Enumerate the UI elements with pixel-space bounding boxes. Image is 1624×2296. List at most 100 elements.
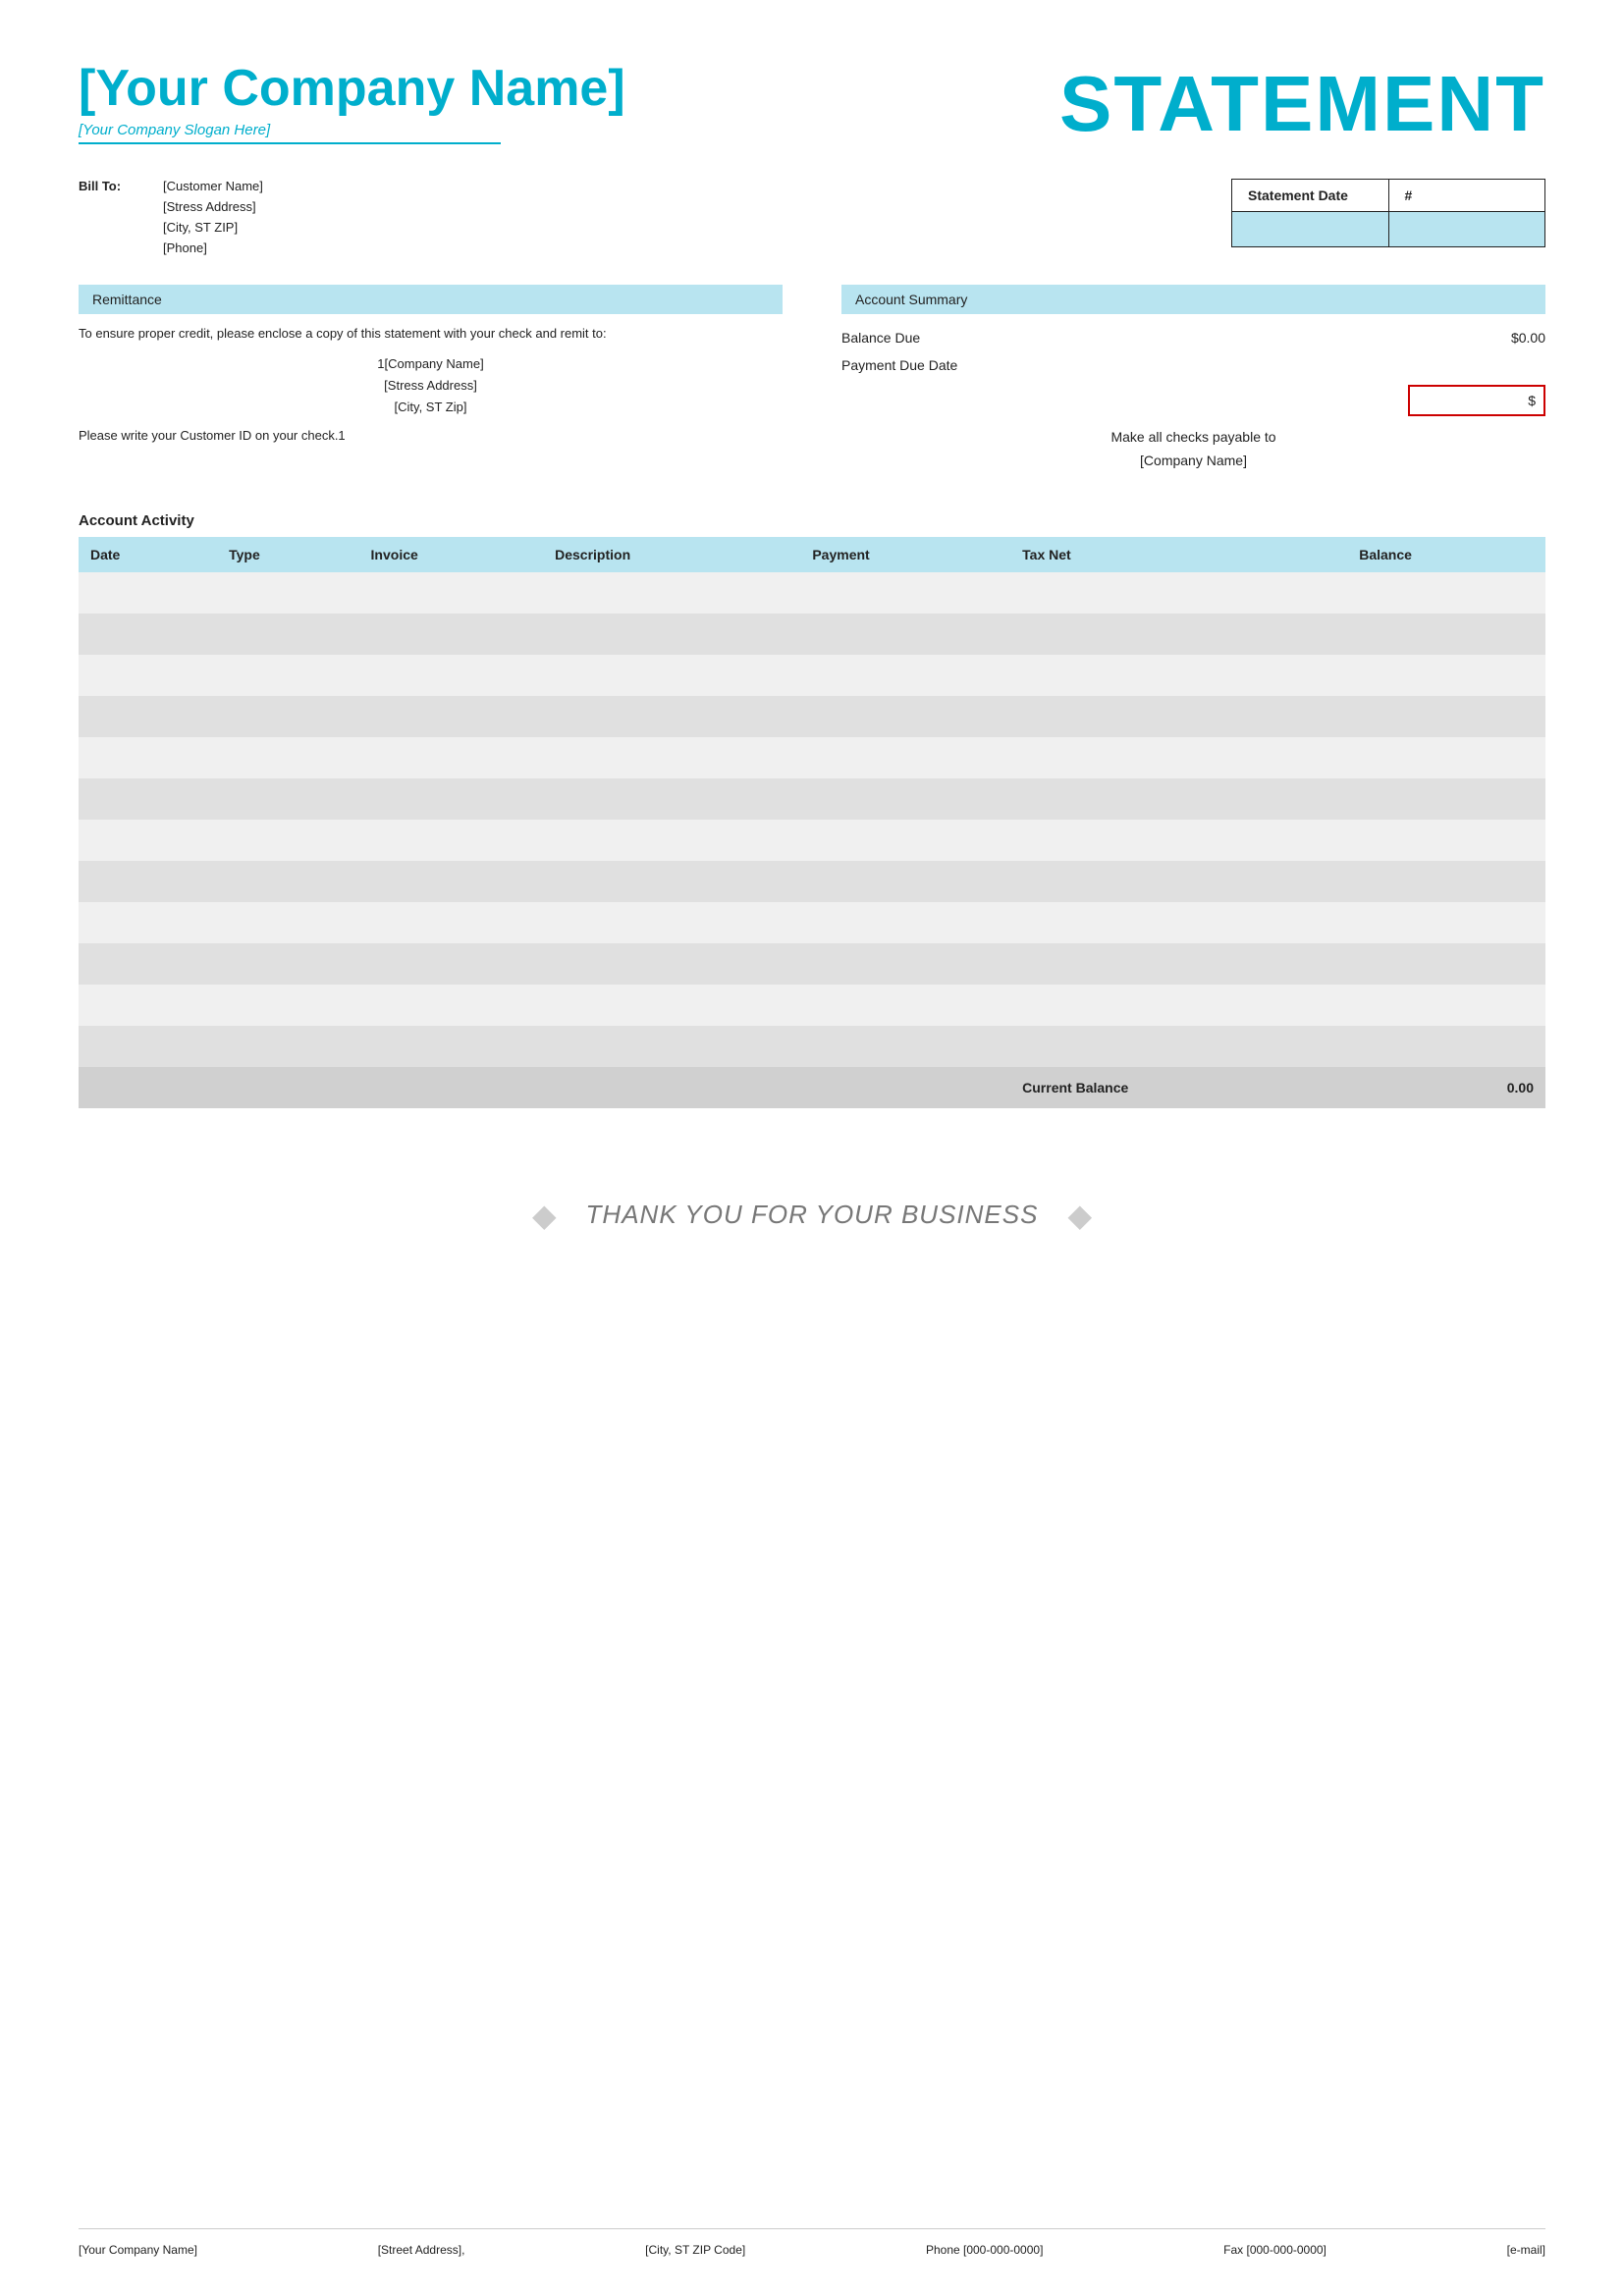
table-row: [79, 943, 1545, 985]
table-cell: [543, 696, 800, 737]
table-cell: [800, 861, 1010, 902]
table-cell: [800, 778, 1010, 820]
table-cell: [359, 572, 544, 614]
footer-phone: Phone [000-000-0000]: [926, 2243, 1043, 2257]
statement-date-col2-header: #: [1388, 180, 1545, 212]
table-cell: [217, 655, 358, 696]
table-cell: [359, 614, 544, 655]
table-cell: [1010, 737, 1347, 778]
table-cell: [1347, 985, 1545, 1026]
table-cell: [800, 1026, 1010, 1067]
table-cell: [1347, 655, 1545, 696]
table-cell: [1010, 902, 1347, 943]
bill-to-street: [Stress Address]: [163, 199, 263, 214]
table-cell: [359, 737, 544, 778]
table-cell: [359, 943, 544, 985]
company-slogan: [Your Company Slogan Here]: [79, 122, 501, 144]
table-cell: [359, 820, 544, 861]
table-cell: [543, 1026, 800, 1067]
table-cell: [79, 737, 217, 778]
thank-you-section: ◆ THANK YOU FOR YOUR BUSINESS ◆: [79, 1167, 1545, 1263]
empty-cell: [217, 1067, 358, 1108]
table-cell: [1347, 696, 1545, 737]
company-name: [Your Company Name]: [79, 59, 625, 118]
checks-payable-line2: [Company Name]: [841, 450, 1545, 473]
table-cell: [1347, 861, 1545, 902]
table-cell: [1010, 861, 1347, 902]
footer-city-state-zip: [City, ST ZIP Code]: [645, 2243, 745, 2257]
remittance-address: 1[Company Name] [Stress Address] [City, …: [79, 353, 783, 418]
balance-due-label: Balance Due: [841, 330, 920, 346]
table-cell: [1347, 737, 1545, 778]
table-cell: [1347, 1026, 1545, 1067]
account-summary-header: Account Summary: [841, 285, 1545, 314]
table-row: [79, 655, 1545, 696]
checks-payable-line1: Make all checks payable to: [841, 426, 1545, 450]
statement-date-col2-value: [1388, 212, 1545, 247]
activity-table: Date Type Invoice Description Payment Ta…: [79, 537, 1545, 1108]
bill-to-line: Bill To: [Customer Name]: [79, 179, 263, 193]
table-cell: [800, 696, 1010, 737]
table-cell: [1010, 778, 1347, 820]
table-cell: [79, 820, 217, 861]
table-cell: [1010, 614, 1347, 655]
bill-to-label: Bill To:: [79, 179, 147, 193]
table-cell: [1347, 943, 1545, 985]
col-invoice: Invoice: [359, 537, 544, 572]
account-summary-block: Account Summary Balance Due $0.00 Paymen…: [841, 285, 1545, 473]
table-cell: [359, 985, 544, 1026]
table-cell: [79, 985, 217, 1026]
table-cell: [217, 778, 358, 820]
bill-to-address: [Stress Address] [City, ST ZIP] [Phone]: [163, 199, 263, 255]
current-balance-label: Current Balance: [1010, 1067, 1347, 1108]
bill-to-block: Bill To: [Customer Name] [Stress Address…: [79, 179, 263, 255]
table-cell: [543, 572, 800, 614]
payment-due-label: Payment Due Date: [841, 357, 957, 373]
thank-you-text: THANK YOU FOR YOUR BUSINESS: [586, 1200, 1039, 1230]
table-cell: [800, 572, 1010, 614]
footer: [Your Company Name] [Street Address], [C…: [79, 2228, 1545, 2257]
table-cell: [217, 820, 358, 861]
footer-company-name: [Your Company Name]: [79, 2243, 197, 2257]
table-row: [79, 737, 1545, 778]
table-cell: [543, 902, 800, 943]
payment-due-input[interactable]: $: [1408, 385, 1545, 416]
remittance-line1: 1[Company Name]: [79, 353, 783, 375]
statement-date-table: Statement Date #: [1231, 179, 1545, 247]
table-cell: [1347, 614, 1545, 655]
customer-name: [Customer Name]: [163, 179, 263, 193]
col-description: Description: [543, 537, 800, 572]
table-cell: [543, 778, 800, 820]
table-cell: [359, 861, 544, 902]
table-row: [79, 1026, 1545, 1067]
footer-email: [e-mail]: [1507, 2243, 1545, 2257]
remittance-note: Please write your Customer ID on your ch…: [79, 428, 783, 443]
col-payment: Payment: [800, 537, 1010, 572]
activity-title: Account Activity: [79, 512, 1545, 529]
table-row: [79, 820, 1545, 861]
table-cell: [217, 737, 358, 778]
table-cell: [1347, 572, 1545, 614]
table-cell: [359, 696, 544, 737]
table-cell: [217, 985, 358, 1026]
table-cell: [1347, 820, 1545, 861]
table-cell: [800, 943, 1010, 985]
table-cell: [543, 614, 800, 655]
table-cell: [1010, 572, 1347, 614]
table-cell: [543, 985, 800, 1026]
table-cell: [359, 778, 544, 820]
table-cell: [217, 614, 358, 655]
table-cell: [800, 614, 1010, 655]
table-cell: [1010, 820, 1347, 861]
table-cell: [543, 655, 800, 696]
table-header-row: Date Type Invoice Description Payment Ta…: [79, 537, 1545, 572]
page: [Your Company Name] [Your Company Slogan…: [0, 0, 1624, 2296]
remittance-header: Remittance: [79, 285, 783, 314]
checks-payable: Make all checks payable to [Company Name…: [841, 426, 1545, 473]
table-cell: [1347, 778, 1545, 820]
table-cell: [217, 572, 358, 614]
remittance-line2: [Stress Address]: [79, 375, 783, 397]
remittance-line3: [City, ST Zip]: [79, 397, 783, 418]
footer-fax: Fax [000-000-0000]: [1223, 2243, 1326, 2257]
table-cell: [359, 1026, 544, 1067]
